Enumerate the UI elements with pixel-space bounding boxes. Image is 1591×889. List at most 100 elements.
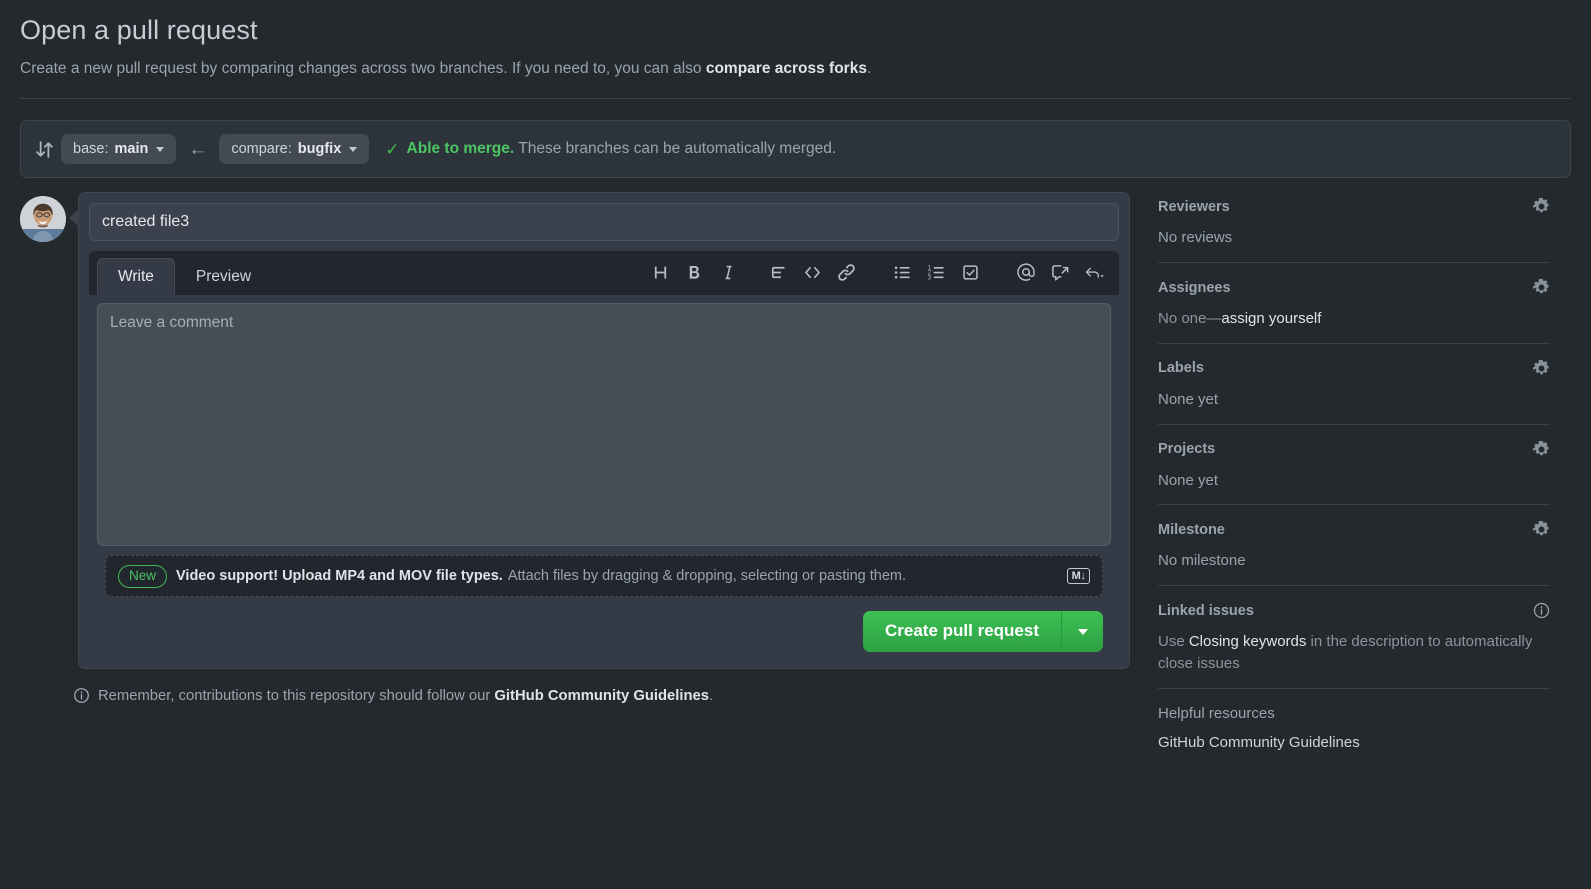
compose-column: Write Preview: [20, 192, 1130, 779]
helpful-resources-title: Helpful resources: [1158, 705, 1550, 722]
svg-text:3: 3: [927, 276, 931, 282]
markdown-icon[interactable]: M↓: [1067, 568, 1090, 584]
branch-compare-bar: base: main ← compare: bugfix ✓ Able to m…: [20, 120, 1571, 178]
info-icon[interactable]: [1533, 602, 1550, 619]
reviewers-header: Reviewers: [1158, 198, 1550, 215]
code-icon[interactable]: [795, 257, 829, 287]
header-divider: [20, 98, 1571, 99]
compare-branch-name: bugfix: [298, 141, 342, 157]
arrow-left-icon: ←: [188, 140, 207, 159]
footnote-pre: Remember, contributions to this reposito…: [98, 688, 494, 704]
merge-status: ✓ Able to merge. These branches can be a…: [385, 140, 836, 158]
ordered-list-icon[interactable]: 123: [919, 257, 953, 287]
chevron-down-icon: [156, 147, 164, 152]
new-badge: New: [118, 565, 167, 588]
milestone-header: Milestone: [1158, 521, 1550, 538]
create-pull-request-button[interactable]: Create pull request: [863, 611, 1061, 652]
markdown-toolbar: 123: [643, 257, 1111, 295]
create-pr-dropdown-button[interactable]: [1061, 611, 1103, 652]
gear-icon[interactable]: [1533, 279, 1550, 296]
labels-title: Labels: [1158, 360, 1204, 376]
check-icon: ✓: [385, 141, 399, 158]
compare-branch-prefix: compare:: [231, 141, 291, 157]
compare-across-forks-link[interactable]: compare across forks: [706, 60, 867, 77]
merge-status-detail: These branches can be automatically merg…: [514, 140, 836, 157]
hint-rest-text: Attach files by dragging & dropping, sel…: [508, 568, 906, 584]
tab-write[interactable]: Write: [97, 258, 175, 296]
tab-preview[interactable]: Preview: [175, 258, 272, 296]
create-pr-button-group: Create pull request: [863, 611, 1103, 652]
assign-yourself-link[interactable]: assign yourself: [1221, 310, 1321, 327]
github-community-guidelines-link[interactable]: GitHub Community Guidelines: [494, 688, 709, 704]
linked-issues-body: Use Closing keywords in the description …: [1158, 631, 1550, 675]
hint-strong-text: Video support! Upload MP4 and MOV file t…: [176, 568, 503, 584]
labels-body: None yet: [1158, 389, 1550, 411]
compose-row: Write Preview: [20, 192, 1130, 669]
comment-area-wrapper: New Video support! Upload MP4 and MOV fi…: [89, 295, 1119, 658]
milestone-title: Milestone: [1158, 522, 1225, 538]
mention-icon[interactable]: [1009, 257, 1043, 287]
upload-hint-bar: New Video support! Upload MP4 and MOV fi…: [105, 555, 1103, 597]
compose-actions: Create pull request: [97, 597, 1111, 658]
markdown-editor: Write Preview: [89, 251, 1119, 658]
compare-branches-icon: [35, 140, 61, 159]
base-branch-prefix: base:: [73, 141, 108, 157]
comment-card: Write Preview: [78, 192, 1130, 669]
gear-icon[interactable]: [1533, 198, 1550, 215]
info-icon: [73, 687, 90, 704]
sidebar-section-labels: Labels None yet: [1158, 360, 1550, 425]
reference-icon[interactable]: [1043, 257, 1077, 287]
task-list-icon[interactable]: [953, 257, 987, 287]
gear-icon[interactable]: [1533, 441, 1550, 458]
chevron-down-icon: [349, 147, 357, 152]
heading-icon[interactable]: [643, 257, 677, 287]
pull-request-page: Open a pull request Create a new pull re…: [0, 0, 1591, 889]
base-branch-name: main: [114, 141, 148, 157]
merge-status-label: Able to merge.: [407, 140, 515, 157]
sidebar-section-assignees: Assignees No one—assign yourself: [1158, 279, 1550, 344]
reviewers-body: No reviews: [1158, 227, 1550, 249]
sidebar-section-linked-issues: Linked issues Use Closing keywords in th…: [1158, 602, 1550, 689]
closing-keywords-link[interactable]: Closing keywords: [1189, 633, 1307, 650]
labels-header: Labels: [1158, 360, 1550, 377]
main-content: Write Preview: [0, 192, 1591, 779]
quote-icon[interactable]: [761, 257, 795, 287]
community-guidelines-note: Remember, contributions to this reposito…: [73, 687, 1130, 704]
linked-issues-pre: Use: [1158, 633, 1189, 650]
projects-header: Projects: [1158, 441, 1550, 458]
page-subtitle: Create a new pull request by comparing c…: [20, 58, 1571, 80]
milestone-body: No milestone: [1158, 550, 1550, 572]
comment-input[interactable]: [97, 303, 1111, 546]
projects-body: None yet: [1158, 470, 1550, 492]
sidebar-section-helpful-resources: Helpful resources GitHub Community Guide…: [1158, 705, 1550, 764]
italic-icon[interactable]: [711, 257, 745, 287]
assignees-body: No one—assign yourself: [1158, 308, 1550, 330]
saved-reply-icon[interactable]: [1077, 257, 1111, 287]
compare-branch-dropdown[interactable]: compare: bugfix: [219, 134, 369, 164]
gear-icon[interactable]: [1533, 521, 1550, 538]
bold-icon[interactable]: [677, 257, 711, 287]
avatar[interactable]: [20, 196, 66, 242]
pr-title-input[interactable]: [89, 203, 1119, 241]
link-icon[interactable]: [829, 257, 863, 287]
reviewers-title: Reviewers: [1158, 199, 1230, 215]
assignees-header: Assignees: [1158, 279, 1550, 296]
assignees-title: Assignees: [1158, 280, 1231, 296]
pr-sidebar: Reviewers No reviews Assignees No one—as…: [1130, 192, 1550, 779]
sidebar-section-projects: Projects None yet: [1158, 441, 1550, 506]
page-title: Open a pull request: [20, 14, 1571, 48]
helpful-resources-link[interactable]: GitHub Community Guidelines: [1158, 734, 1550, 751]
unordered-list-icon[interactable]: [885, 257, 919, 287]
chevron-down-icon: [1078, 629, 1088, 635]
base-branch-dropdown[interactable]: base: main: [61, 134, 176, 164]
sidebar-section-reviewers: Reviewers No reviews: [1158, 198, 1550, 263]
footnote-post: .: [709, 688, 713, 704]
gear-icon[interactable]: [1533, 360, 1550, 377]
linked-issues-header: Linked issues: [1158, 602, 1550, 619]
editor-tabs: Write Preview: [89, 251, 1119, 295]
avatar-wrapper: [20, 192, 68, 242]
assignees-none-text: No one—: [1158, 310, 1221, 327]
subtitle-text-post: .: [867, 60, 871, 77]
projects-title: Projects: [1158, 441, 1215, 457]
page-header: Open a pull request Create a new pull re…: [0, 0, 1591, 79]
